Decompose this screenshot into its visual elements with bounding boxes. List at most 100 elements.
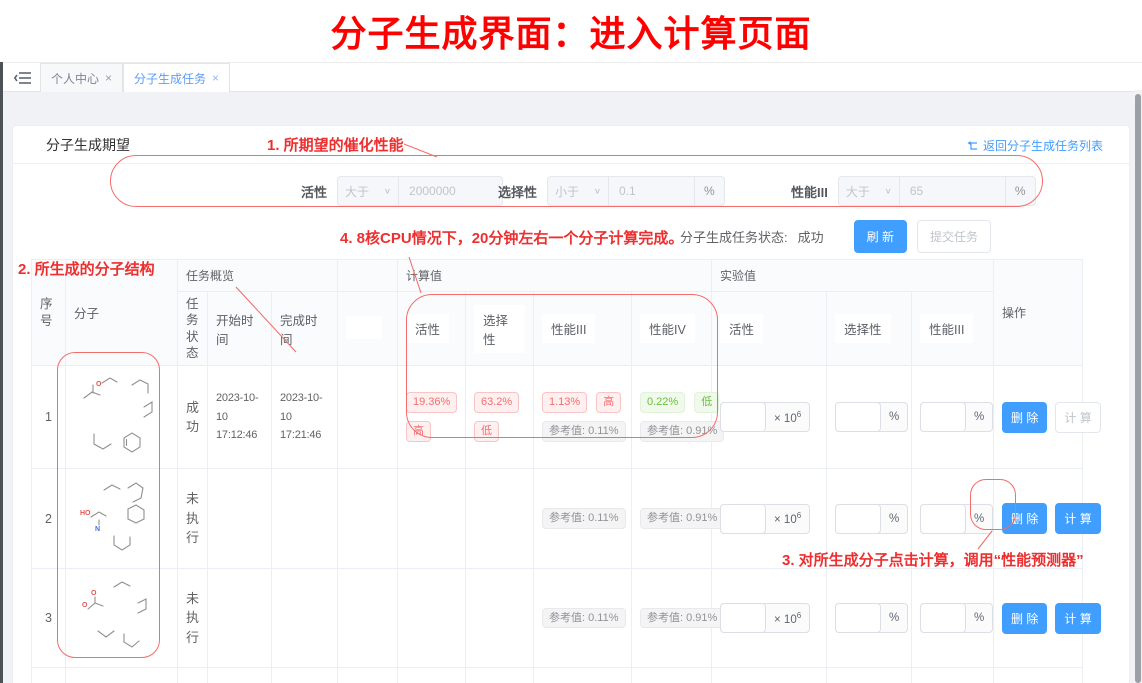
molecule-cell: O: [66, 366, 178, 469]
task-state-cell: 未执行: [178, 469, 208, 569]
perf4-reference-tag: 参考值: 0.91%: [640, 421, 724, 442]
field-label: 性能III: [791, 182, 828, 201]
end-time-cell: [272, 469, 338, 569]
delete-button[interactable]: 删 除: [1002, 603, 1047, 634]
percent-suffix: %: [1005, 176, 1036, 206]
header-calc-perf3: 性能III: [534, 292, 632, 366]
start-time-cell: [208, 469, 272, 569]
calc-activity-cell: [398, 569, 466, 668]
header-start-time: 开始时间: [208, 292, 272, 366]
molecule-cell: O O: [66, 569, 178, 668]
action-cell: 删 除 计 算: [994, 569, 1083, 668]
header-end-time: 完成时间: [272, 292, 338, 366]
header-calc-activity: 活性: [398, 292, 466, 366]
exp-perf3-input[interactable]: [920, 402, 966, 432]
expectation-form: 活性 大于 ∨ 2000000 选择性 小于 ∨ 0.1 % 性能III: [13, 163, 1131, 221]
action-cell: 删 除 计 算: [994, 469, 1083, 569]
table-row: [32, 668, 1083, 683]
row-index: 3: [32, 569, 66, 668]
start-time-cell: 2023-10-10 17:12:46: [208, 366, 272, 469]
selectivity-value-tag: 63.2%: [474, 392, 519, 413]
field-label: 选择性: [498, 182, 537, 201]
exp-selectivity-cell: [827, 668, 912, 683]
action-cell: 删 除 计 算: [994, 366, 1083, 469]
action-cell: [994, 668, 1083, 683]
exp-perf3-input[interactable]: [920, 603, 966, 633]
calc-perf3-cell: [534, 668, 632, 683]
submit-task-button[interactable]: 提交任务: [917, 220, 991, 253]
perf3-value-input[interactable]: 65: [900, 176, 1006, 206]
tab-label: 个人中心: [51, 70, 99, 87]
calculate-button[interactable]: 计 算: [1055, 503, 1100, 534]
exp-selectivity-input[interactable]: [835, 402, 881, 432]
calc-activity-cell: 19.36% 高: [398, 366, 466, 469]
perf4-value-tag: 0.22%: [640, 392, 685, 413]
exp-selectivity-input[interactable]: [835, 603, 881, 633]
scrollbar-thumb[interactable]: [1135, 94, 1141, 683]
page-title: 分子生成界面：进入计算页面: [330, 5, 811, 57]
svg-text:HO: HO: [80, 510, 91, 517]
exp-selectivity-input[interactable]: [835, 504, 881, 534]
calculate-button[interactable]: 计 算: [1055, 402, 1100, 433]
close-icon[interactable]: ×: [212, 71, 219, 85]
task-status-label: 分子生成任务状态:: [680, 227, 788, 246]
close-icon[interactable]: ×: [105, 71, 112, 85]
field-label: 活性: [301, 182, 327, 201]
times-ten-power-suffix: × 106: [766, 511, 809, 526]
header-index: 序号: [32, 260, 66, 366]
percent-suffix: %: [881, 612, 907, 624]
selectivity-level-tag: 低: [474, 421, 499, 442]
refresh-button[interactable]: 刷 新: [854, 220, 907, 253]
task-status-row: 分子生成任务状态: 成功 刷 新 提交任务: [680, 220, 991, 253]
start-time-cell: [208, 668, 272, 683]
perf3-operator-select[interactable]: 大于 ∨: [838, 176, 900, 206]
exp-activity-input[interactable]: [720, 402, 766, 432]
exp-activity-cell: [712, 668, 827, 683]
header-calc-perf4: 性能IV: [632, 292, 712, 366]
exp-perf3-cell: %: [912, 366, 994, 469]
exp-activity-input[interactable]: [720, 504, 766, 534]
exp-activity-input[interactable]: [720, 603, 766, 633]
percent-suffix: %: [694, 176, 725, 206]
perf4-level-tag: 低: [694, 392, 719, 413]
header-blank-column: [338, 292, 398, 366]
tab-molecule-generation-task[interactable]: 分子生成任务 ×: [123, 63, 230, 92]
header-exp-perf3: 性能III: [912, 292, 994, 366]
header-group-overview: 任务概览: [178, 260, 338, 292]
blank-cell: [338, 569, 398, 668]
perf3-value-tag: 1.13%: [542, 392, 587, 413]
exp-perf3-input[interactable]: [920, 504, 966, 534]
row-index: 1: [32, 366, 66, 469]
header-group-calc: 计算值: [398, 260, 712, 292]
exp-activity-cell: × 106: [712, 569, 827, 668]
percent-suffix: %: [881, 411, 907, 423]
return-icon: [967, 140, 978, 151]
svg-text:O: O: [91, 590, 97, 597]
end-time-cell: [272, 569, 338, 668]
selectivity-value-input[interactable]: 0.1: [609, 176, 695, 206]
selectivity-operator-select[interactable]: 小于 ∨: [547, 176, 609, 206]
tab-personal-center[interactable]: 个人中心 ×: [40, 63, 123, 92]
delete-button[interactable]: 删 除: [1002, 503, 1047, 534]
perf4-reference-tag: 参考值: 0.91%: [640, 508, 724, 529]
delete-button[interactable]: 删 除: [1002, 402, 1047, 433]
molecule-structure: [78, 678, 166, 683]
molecule-structure: O: [78, 372, 166, 462]
activity-value-input[interactable]: 2000000: [399, 176, 503, 206]
task-state-cell: 成功: [178, 366, 208, 469]
perf3-reference-tag: 参考值: 0.11%: [542, 421, 626, 442]
calc-activity-cell: [398, 668, 466, 683]
activity-operator-select[interactable]: 大于 ∨: [337, 176, 399, 206]
times-ten-power-suffix: × 106: [766, 611, 809, 626]
row-index: [32, 668, 66, 683]
molecule-results-table: 序号 分子 任务概览 计算值 实验值 操作 任务状态 开始时间 完成时间 活性 …: [31, 259, 1083, 683]
back-to-task-list-link[interactable]: 返回分子生成任务列表: [967, 126, 1103, 164]
table-row: 2 HO N 未执行: [32, 469, 1083, 569]
calc-selectivity-cell: [466, 469, 534, 569]
header-molecule: 分子: [66, 260, 178, 366]
header-calc-selectivity: 选择性: [466, 292, 534, 366]
calculate-button[interactable]: 计 算: [1055, 603, 1100, 634]
blank-cell: [338, 668, 398, 683]
svg-text:O: O: [96, 381, 102, 388]
menu-fold-icon[interactable]: [14, 70, 32, 86]
